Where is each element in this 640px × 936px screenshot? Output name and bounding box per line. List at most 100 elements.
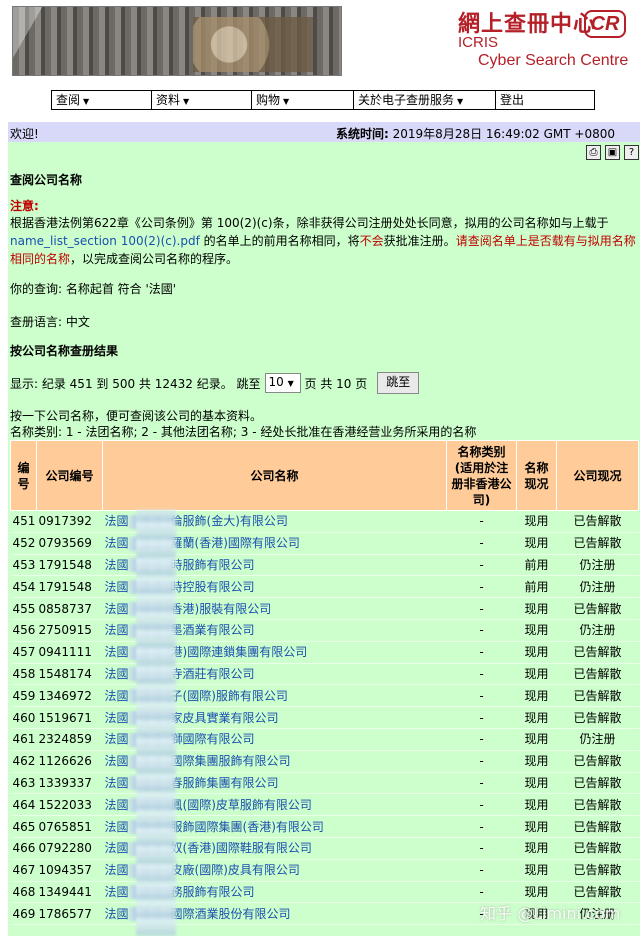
row-name-status: 现用 (516, 859, 557, 882)
row-name-status: 前用 (516, 575, 557, 599)
col-header-code: 公司编号 (36, 440, 103, 511)
company-name-link[interactable]: 法國 皮廠(國際)皮具有限公司 (104, 863, 300, 878)
company-name-link[interactable]: 法國 港)國際連鎖集團有限公司 (105, 645, 307, 660)
row-company-status: 已告解散 (556, 684, 639, 708)
row-no: 459 (10, 684, 37, 708)
save-icon[interactable]: ▣ (605, 145, 620, 160)
row-name-status: 现用 (516, 728, 557, 751)
row-company-code: 1349441 (36, 881, 103, 904)
company-name-link[interactable]: 法國 倫服飾(金大)有限公司 (105, 514, 288, 529)
row-name-type: - (446, 684, 517, 708)
menu-shopping[interactable]: 购物 ▼ (252, 91, 354, 109)
table-row: 454 1791548 法國 時控股有限公司 - 前用 仍注册 (10, 575, 639, 599)
notice-label: 注意: (10, 199, 39, 213)
search-language: 查册语言: 中文 (10, 315, 90, 329)
name-rest: 羅蘭(香港)國際有限公司 (170, 536, 300, 551)
name-list-link[interactable]: name_list_section 100(2)(c).pdf (10, 234, 200, 248)
row-no: 454 (10, 575, 37, 599)
company-name-link[interactable]: 法國 時服飾有限公司 (105, 558, 255, 573)
row-company-status: 已告解散 (556, 815, 639, 838)
watermark: 知乎 @Limini.com (480, 904, 621, 923)
menu-about-label: 关於电子查册服务 (358, 93, 455, 107)
row-company-status: 已告解散 (556, 750, 639, 773)
row-name-status: 现用 (516, 684, 557, 708)
row-no: 457 (10, 641, 37, 664)
printer-icon[interactable]: ⎙ (586, 145, 601, 160)
menu-info[interactable]: 资料 ▼ (152, 91, 252, 109)
row-name-status: 现用 (516, 837, 557, 860)
table-row: 462 1126626 法國 國際集團服飾有限公司 - 现用 已告解散 (10, 750, 639, 773)
table-row: 453 1791548 法國 時服飾有限公司 - 前用 仍注册 (10, 554, 639, 577)
jump-button[interactable]: 跳至 (377, 372, 420, 394)
row-name-type: - (446, 706, 517, 729)
row-no: 451 (10, 510, 37, 533)
row-company-code: 0793569 (36, 532, 103, 555)
row-company-status: 仍注册 (556, 554, 639, 577)
redaction-blur (136, 510, 176, 936)
notice-text: 根据香港法例第622章《公司条例》第 100(2)(c)条，除非获得公司注册处处… (10, 214, 638, 268)
results-body: 451 0917392 法國 倫服飾(金大)有限公司 - 现用 已告解散 452 0793569… (10, 510, 639, 926)
company-name-link[interactable]: 法國 務服飾有限公司 (105, 885, 255, 900)
site-banner: 網上查冊中心 CR ICRIS Cyber Search Centre (0, 0, 640, 82)
paging-text: 显示: 纪录 451 到 500 共 12432 纪录。 跳至 (10, 376, 261, 391)
name-prefix: 法國 (104, 863, 129, 878)
company-name-link[interactable]: 法國 墨酒業有限公司 (104, 623, 255, 638)
row-company-status: 已告解散 (556, 641, 639, 664)
name-rest: 墨酒業有限公司 (170, 623, 255, 638)
row-name-type: - (446, 619, 517, 642)
name-rest: 家皮具實業有限公司 (170, 710, 279, 725)
company-name-link[interactable]: 法國 國際酒業股份有限公司 (105, 906, 291, 922)
company-name-link[interactable]: 法國 獅國際有限公司 (105, 732, 255, 747)
page-select[interactable]: 10 ▼ (264, 373, 301, 393)
row-company-code: 0765851 (36, 815, 103, 838)
menu-shopping-label: 购物 (256, 93, 281, 107)
toolbar: ⎙ ▣ ? (586, 145, 639, 160)
system-time: 系统时间: 2019年8月28日 16:49:02 GMT +0800 (336, 125, 615, 142)
row-company-status: 已告解散 (556, 597, 639, 620)
name-prefix: 法國 (104, 623, 129, 638)
row-company-code: 1522033 (36, 793, 103, 817)
company-name-link[interactable]: 法國 香港)服裝有限公司 (104, 601, 271, 617)
name-prefix: 法國 (104, 601, 129, 616)
row-name-type: - (446, 815, 517, 838)
header-line: 名称 (524, 460, 549, 475)
main-menu: 查阅 ▼ 资料 ▼ 购物 ▼ 关於电子查册服务 ▼ 登出 (51, 90, 595, 110)
help-icon[interactable]: ? (624, 145, 639, 160)
row-no: 452 (10, 532, 37, 555)
table-row: 455 0858737 法國 香港)服裝有限公司 - 现用 已告解散 (10, 597, 639, 620)
company-name-link[interactable]: 法國 家皮具實業有限公司 (105, 710, 279, 726)
name-rest: 時控股有限公司 (170, 579, 255, 594)
menu-logout[interactable]: 登出 (496, 91, 594, 109)
row-name-type: - (446, 859, 517, 882)
row-company-code: 0941111 (36, 641, 103, 664)
caret-down-icon: ▼ (283, 97, 290, 106)
row-no: 460 (10, 706, 37, 729)
name-rest: 春服飾集團有限公司 (170, 775, 279, 790)
name-prefix: 法國 (104, 536, 129, 551)
table-row: 467 1094357 法國 皮廠(國際)皮具有限公司 - 现用 已告解散 (10, 859, 639, 882)
company-name-link[interactable]: 法國 羅蘭(香港)國際有限公司 (104, 536, 300, 551)
company-name-link[interactable]: 法國 國際集團服飾有限公司 (105, 754, 291, 769)
menu-about[interactable]: 关於电子查册服务 ▼ (354, 91, 496, 109)
header-line: 名称类别 (457, 444, 506, 459)
company-name-link[interactable]: 法國 時控股有限公司 (105, 579, 255, 595)
row-company-status: 已告解散 (556, 532, 639, 555)
company-name-link[interactable]: 法國 寺酒莊有限公司 (105, 667, 255, 682)
name-rest: 倫服飾(金大)有限公司 (170, 514, 288, 529)
name-rest: 皮廠(國際)皮具有限公司 (170, 863, 300, 878)
row-company-status: 已告解散 (556, 859, 639, 882)
table-row: 464 1522033 法國 鳳(國際)皮草服飾有限公司 - 现用 已告解散 (10, 793, 639, 817)
caret-down-icon: ▼ (457, 97, 464, 106)
row-company-code: 1791548 (36, 575, 103, 599)
main-content: 欢迎! 系统时间: 2019年8月28日 16:49:02 GMT +0800 … (8, 122, 640, 936)
row-company-status: 仍注册 (556, 728, 639, 751)
row-company-code: 1094357 (36, 859, 103, 882)
name-prefix: 法國 (104, 775, 129, 790)
name-rest: 奴(香港)國際鞋服有限公司 (170, 841, 312, 856)
company-name-link[interactable]: 法國 子(國際)服飾有限公司 (105, 689, 288, 704)
name-rest: 國際酒業股份有限公司 (170, 906, 291, 921)
menu-search[interactable]: 查阅 ▼ (52, 91, 152, 109)
company-name-link[interactable]: 法國 春服飾集團有限公司 (104, 775, 279, 791)
row-company-status: 已告解散 (556, 510, 639, 533)
row-company-code: 0792280 (36, 837, 103, 860)
